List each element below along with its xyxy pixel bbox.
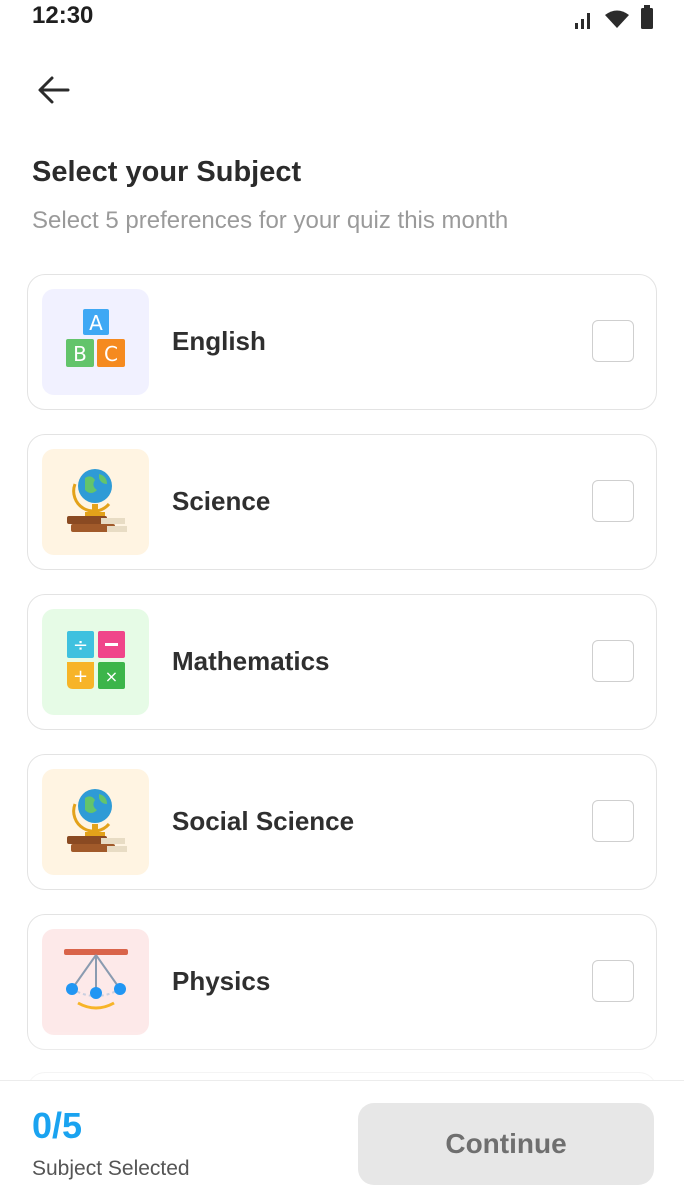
subject-label: Social Science — [172, 806, 355, 836]
subject-checkbox[interactable] — [592, 480, 634, 522]
pendulum-icon — [60, 945, 132, 1020]
footer-bar: 0/5 Subject Selected Continue — [0, 1080, 684, 1201]
subject-list: A B C English Science ÷ + × Mathematics … — [27, 274, 657, 1074]
subject-label: Science — [172, 486, 271, 516]
battery-icon — [640, 5, 654, 34]
svg-text:÷: ÷ — [72, 635, 87, 656]
globe-books-icon — [61, 460, 131, 545]
subject-checkbox[interactable] — [592, 960, 634, 1002]
back-arrow-icon — [37, 75, 71, 110]
subject-label: English — [172, 326, 266, 356]
globe-books-icon — [61, 780, 131, 865]
subject-tile — [42, 449, 149, 555]
status-icons — [574, 5, 654, 34]
selection-count: 0/5 — [32, 1105, 83, 1146]
svg-text:+: + — [72, 666, 87, 687]
subject-card-mathematics[interactable]: ÷ + × Mathematics — [27, 594, 657, 730]
svg-text:A: A — [89, 311, 103, 335]
continue-button[interactable]: Continue — [358, 1103, 654, 1185]
back-button[interactable] — [30, 70, 78, 114]
subject-card-science[interactable]: Science — [27, 434, 657, 570]
selection-count-label: Subject Selected — [32, 1157, 190, 1180]
page-subtitle: Select 5 preferences for your quiz this … — [32, 207, 509, 234]
status-bar: 12:30 — [0, 0, 684, 34]
signal-icon — [574, 11, 594, 34]
subject-label: Physics — [172, 966, 271, 996]
svg-text:B: B — [73, 342, 87, 366]
subject-checkbox[interactable] — [592, 320, 634, 362]
subject-card-social-science[interactable]: Social Science — [27, 754, 657, 890]
subject-tile: A B C — [42, 289, 149, 395]
abc-blocks-icon: A B C — [64, 308, 128, 376]
subject-tile — [42, 929, 149, 1035]
status-time: 12:30 — [32, 2, 94, 29]
subject-tile — [42, 769, 149, 875]
page-title: Select your Subject — [32, 156, 302, 188]
subject-label: Mathematics — [172, 646, 330, 676]
subject-checkbox[interactable] — [592, 800, 634, 842]
svg-text:×: × — [104, 667, 117, 686]
subject-card-english[interactable]: A B C English — [27, 274, 657, 410]
math-operators-icon: ÷ + × — [65, 629, 127, 696]
subject-checkbox[interactable] — [592, 640, 634, 682]
wifi-icon — [604, 9, 630, 34]
svg-text:C: C — [104, 342, 118, 366]
subject-tile: ÷ + × — [42, 609, 149, 715]
